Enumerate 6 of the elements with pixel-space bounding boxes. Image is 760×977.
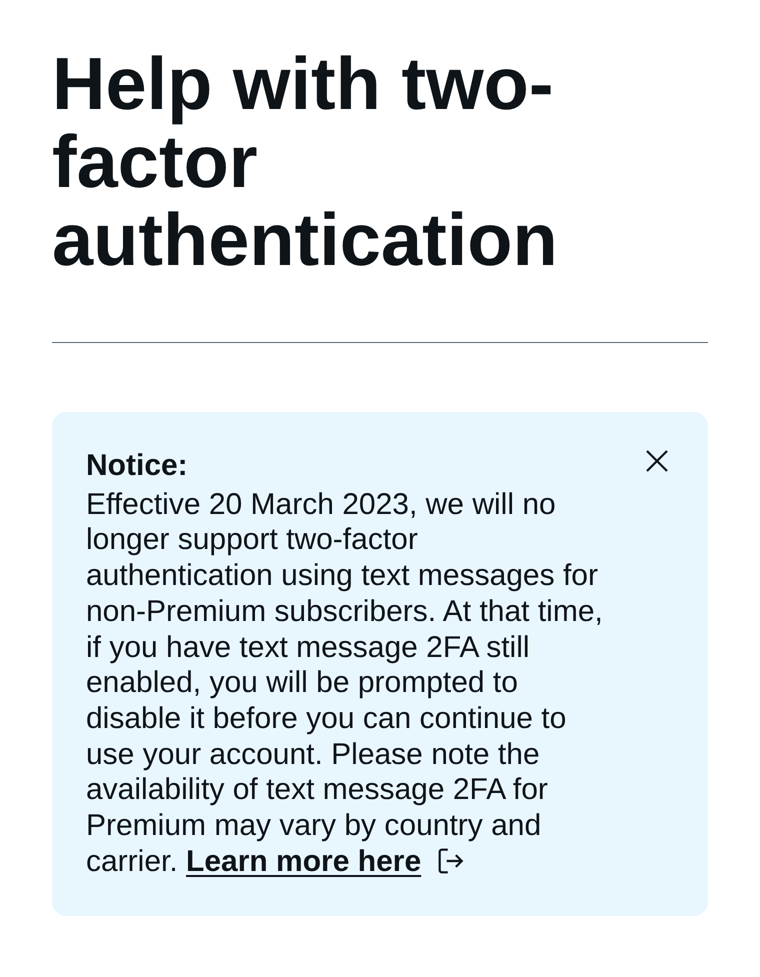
notice-title: Notice: <box>86 448 189 484</box>
page-heading: Help with two-factor authentication <box>52 45 559 279</box>
exit-arrow-icon <box>437 846 466 875</box>
close-icon <box>646 450 668 472</box>
notice-text: Effective 20 March 2023, we will no longer support two-factor authentication using text messages for non-Premium subscribers. At that time, if you have text message 2FA still enabled, you will be prompted to disable it before you can continue to use your account. Please note the availability of text message 2FA for Premium may vary by country and carrier. Learn more here <box>86 486 604 880</box>
learn-more-link[interactable]: Learn more here <box>186 844 466 878</box>
